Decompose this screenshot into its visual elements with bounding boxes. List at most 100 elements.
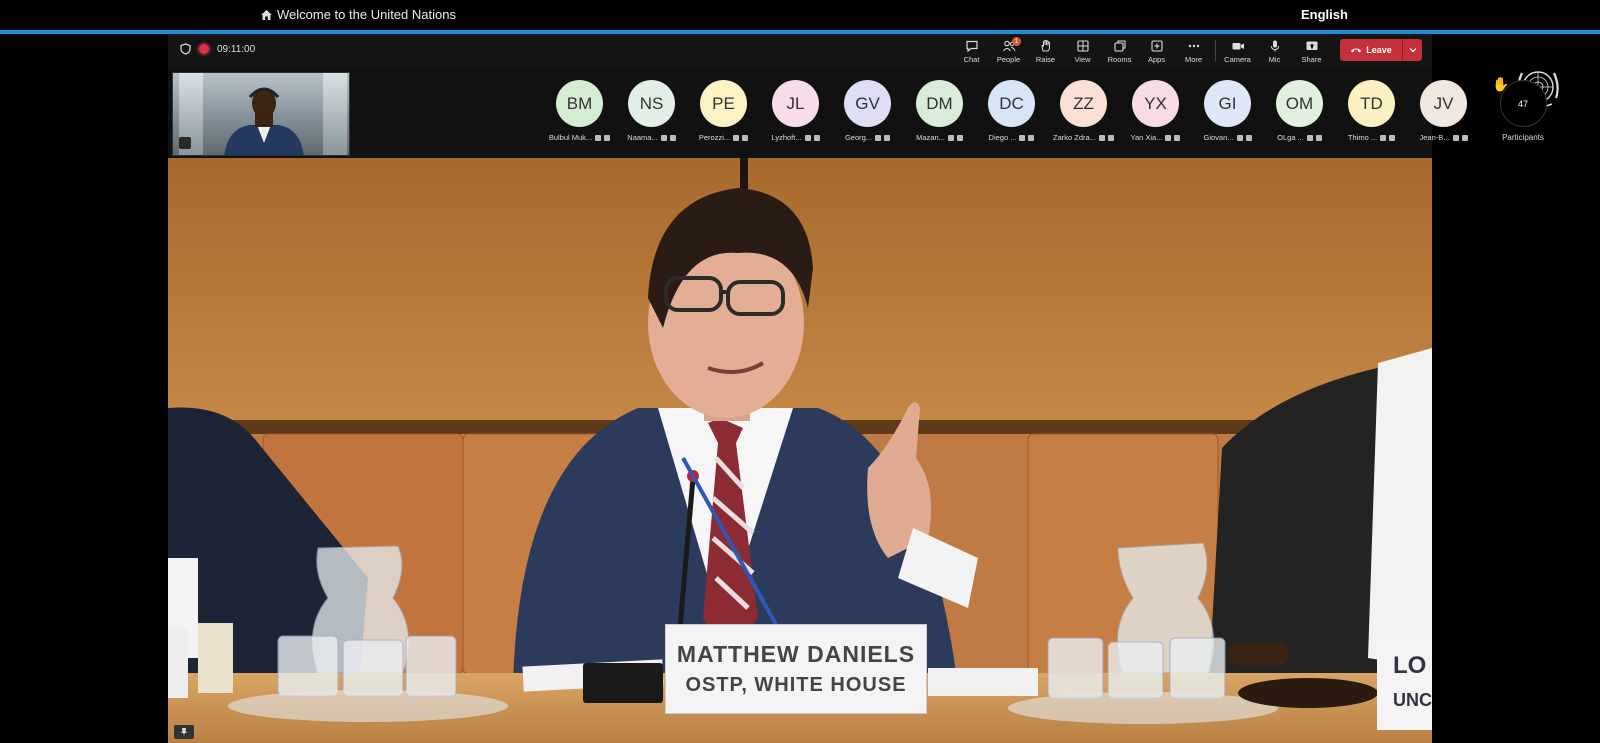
participants-label: Participants [1502, 133, 1544, 142]
shield-icon [180, 43, 191, 55]
participant-avatar[interactable]: YX Yan Xia... [1130, 80, 1181, 142]
avatar-initials: GI [1204, 80, 1251, 127]
video-off-icon [1098, 134, 1105, 141]
chevron-down-icon [1409, 48, 1416, 53]
home-link[interactable]: Welcome to the United Nations [260, 7, 456, 22]
chat-button[interactable]: Chat [953, 36, 990, 66]
meeting-window: 09:11:00 Chat 1 People Raise View Rooms … [168, 34, 1547, 743]
participant-name: Zarko Zdra... [1053, 133, 1096, 142]
video-off-icon [1452, 134, 1459, 141]
participant-avatar[interactable]: PE Perozzi... [698, 80, 749, 142]
participant-avatar[interactable]: DC Diego ... [988, 80, 1035, 142]
video-off-icon [947, 134, 954, 141]
video-off-icon [660, 134, 667, 141]
participant-name-row: Bulbul Muk... [549, 133, 611, 142]
avatar-initials: ZZ [1060, 80, 1107, 127]
avatar-initials: BM [556, 80, 603, 127]
video-off-icon [1236, 134, 1243, 141]
participant-avatar[interactable]: NS Naama... [627, 80, 676, 142]
mic-muted-icon [956, 134, 963, 141]
participant-name-row: OLga ... [1277, 133, 1322, 142]
participant-avatars: BM Bulbul Muk... NS Naama... PE Perozzi... JL L… [549, 80, 1468, 142]
mic-muted-icon [1174, 134, 1181, 141]
leave-label: Leave [1366, 45, 1392, 55]
view-button[interactable]: View [1064, 36, 1101, 66]
meeting-toolbar: 09:11:00 Chat 1 People Raise View Rooms … [168, 34, 1432, 68]
participant-name: Georg... [844, 133, 873, 142]
avatar-initials: GV [844, 80, 891, 127]
home-icon [261, 9, 272, 20]
mic-muted-icon [742, 134, 749, 141]
participant-avatar[interactable]: TD Thimo ... [1348, 80, 1396, 142]
participant-avatar[interactable]: ZZ Zarko Zdra... [1053, 80, 1114, 142]
avatar-initials: TD [1348, 80, 1395, 127]
participant-avatar[interactable]: GI Giovan... [1204, 80, 1252, 142]
pin-icon [181, 728, 187, 737]
more-label: More [1184, 54, 1203, 64]
participant-avatar[interactable]: JL Lyzhoft... [771, 80, 820, 142]
home-link-label: Welcome to the United Nations [277, 7, 456, 22]
camera-button[interactable]: Camera [1219, 36, 1256, 66]
side-nameplate-line2: UNC [1393, 690, 1432, 710]
participant-avatar[interactable]: JV Jean-B... [1420, 80, 1468, 142]
avatar-initials: JV [1420, 80, 1467, 127]
view-label: View [1074, 54, 1091, 64]
participant-name: Perozzi... [698, 133, 731, 142]
avatar-initials: DC [988, 80, 1035, 127]
mic-button[interactable]: Mic [1256, 36, 1293, 66]
mic-muted-icon [1107, 134, 1114, 141]
pin-icon[interactable] [179, 137, 191, 149]
video-off-icon [595, 134, 602, 141]
side-nameplate: LO UNC [1377, 634, 1432, 730]
participant-avatar[interactable]: DM Mazan... [916, 80, 963, 142]
participant-name: Yan Xia... [1130, 133, 1163, 142]
camera-label: Camera [1224, 54, 1251, 64]
participant-name: Giovan... [1203, 133, 1234, 142]
chat-label: Chat [963, 54, 980, 64]
video-off-icon [1165, 134, 1172, 141]
leave-options-button[interactable] [1402, 39, 1422, 61]
meeting-timer: 09:11:00 [217, 43, 256, 55]
participant-name: Mazan... [916, 133, 945, 142]
share-label: Share [1301, 54, 1322, 64]
participant-name-row: Mazan... [916, 133, 963, 142]
rooms-label: Rooms [1107, 54, 1132, 64]
video-off-icon [733, 134, 740, 141]
apps-button[interactable]: Apps [1138, 36, 1175, 66]
participant-name: OLga ... [1277, 133, 1304, 142]
raise-hand-button[interactable]: Raise [1027, 36, 1064, 66]
participant-avatar[interactable]: BM Bulbul Muk... [549, 80, 611, 142]
mic-muted-icon [1315, 134, 1322, 141]
share-screen-icon [1306, 41, 1317, 50]
share-button[interactable]: Share [1293, 36, 1330, 66]
participant-name-row: Giovan... [1204, 133, 1252, 142]
people-button[interactable]: 1 People [990, 36, 1027, 66]
self-view-video[interactable] [172, 72, 350, 156]
speaker-organization: OSTP, WHITE HOUSE [685, 674, 907, 696]
hand-icon [1040, 39, 1050, 51]
participant-avatar[interactable]: OM OLga ... [1276, 80, 1323, 142]
participant-name-row: Jean-B... [1420, 133, 1468, 142]
raise-label: Raise [1035, 54, 1056, 64]
main-video-stage[interactable]: MATTHEW DANIELS OSTP, WHITE HOUSE LO UNC [168, 158, 1432, 743]
participant-avatar[interactable]: GV Georg... [844, 80, 891, 142]
mic-muted-icon [1028, 134, 1035, 141]
participant-name: Diego ... [988, 133, 1017, 142]
camera-icon [1232, 42, 1244, 49]
mic-muted-icon [1245, 134, 1252, 141]
participant-name: Lyzhoft... [771, 133, 802, 142]
recording-icon [199, 44, 209, 54]
avatar-initials: NS [628, 80, 675, 127]
participant-name-row: Perozzi... [698, 133, 749, 142]
avatar-initials: PE [700, 80, 747, 127]
mic-muted-icon [1461, 134, 1468, 141]
more-button[interactable]: More [1175, 36, 1212, 66]
participants-button[interactable]: 47 ✋ Participants [1488, 76, 1558, 142]
leave-button[interactable]: Leave [1340, 39, 1422, 61]
language-selector[interactable]: English [1301, 7, 1348, 22]
stage-pin-button[interactable] [174, 725, 194, 739]
side-nameplate-line1: LO [1393, 652, 1427, 679]
rooms-button[interactable]: Rooms [1101, 36, 1138, 66]
microphone-icon [1270, 40, 1279, 51]
raised-hand-icon: ✋ [1492, 76, 1510, 92]
